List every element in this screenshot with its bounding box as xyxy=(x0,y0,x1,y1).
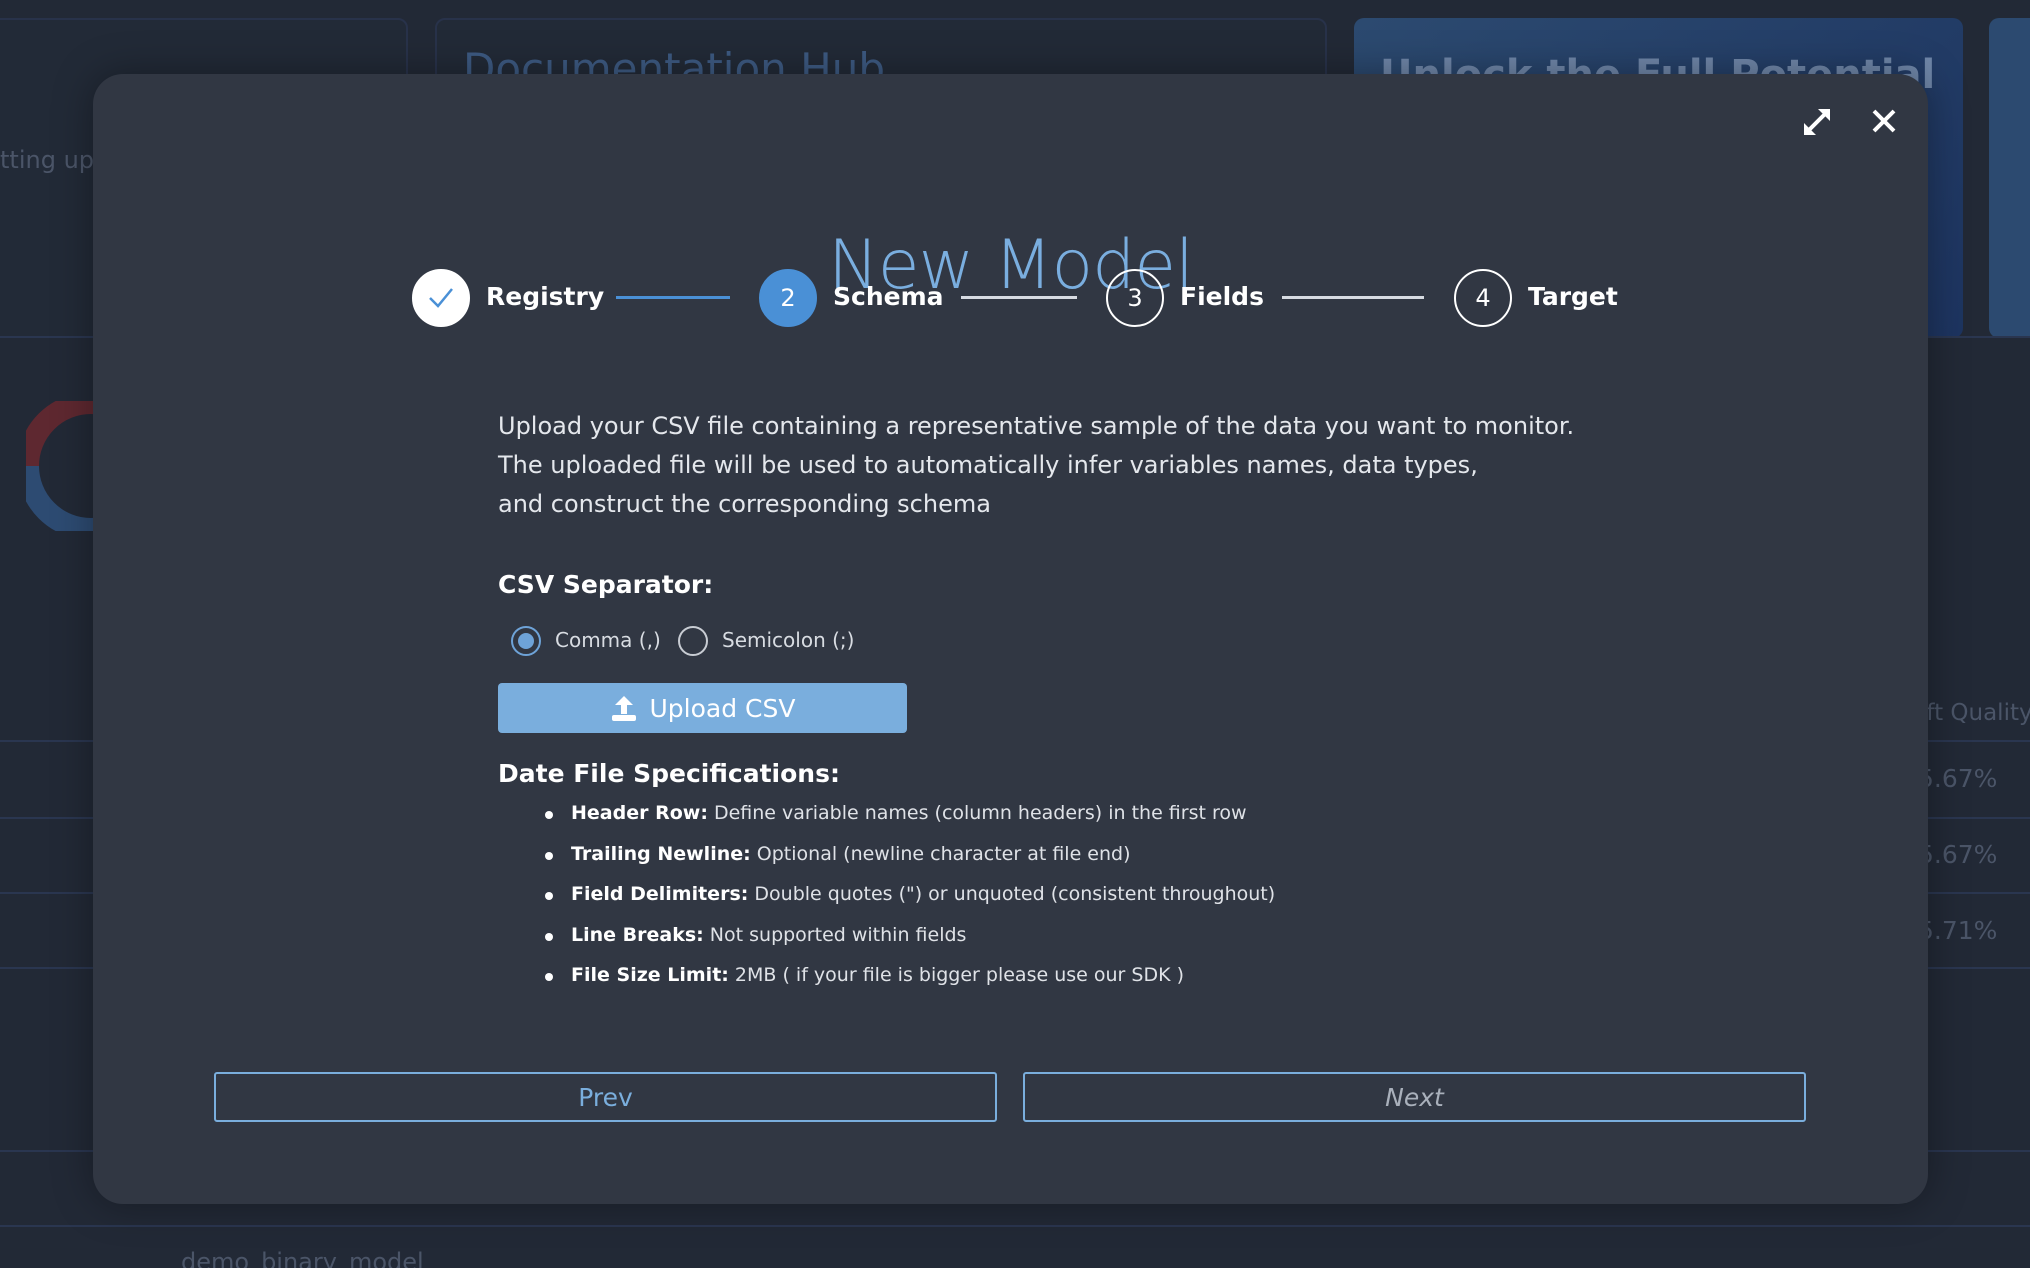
spec-term: Header Row: xyxy=(571,802,708,824)
table-header: ift Quality xyxy=(1920,700,2030,726)
spec-term: File Size Limit: xyxy=(571,964,729,986)
new-model-modal: New Model Registry 2 Schema 3 Fields 4 T… xyxy=(93,74,1928,1204)
step-schema-circle[interactable]: 2 xyxy=(759,269,817,327)
next-button[interactable]: Next xyxy=(1023,1072,1806,1122)
close-icon[interactable] xyxy=(1869,106,1899,136)
step-target-circle[interactable]: 4 xyxy=(1454,269,1512,327)
check-icon xyxy=(429,288,453,308)
list-item: File Size Limit: 2MB ( if your file is b… xyxy=(544,964,1275,1005)
list-item: Header Row: Define variable names (colum… xyxy=(544,802,1275,843)
spec-text: 2MB ( if your file is bigger please use … xyxy=(734,964,1184,986)
table-cell: 5.67% xyxy=(1918,840,1998,869)
specs-heading: Date File Specifications: xyxy=(498,759,840,788)
step-schema-label: Schema xyxy=(833,282,944,311)
description-line: Upload your CSV file containing a repres… xyxy=(498,412,1575,440)
description-line: and construct the corresponding schema xyxy=(498,490,991,518)
step-registry-circle[interactable] xyxy=(412,269,470,327)
step-connector xyxy=(961,296,1077,299)
list-item: Line Breaks: Not supported within fields xyxy=(544,923,1275,965)
comma-radio-label[interactable]: Comma (,) xyxy=(555,628,661,652)
spec-term: Line Breaks: xyxy=(571,923,704,946)
prev-button[interactable]: Prev xyxy=(214,1072,997,1122)
background-card xyxy=(1989,18,2030,338)
step-connector xyxy=(1282,296,1424,299)
step-registry-label: Registry xyxy=(486,282,605,311)
step-fields-circle[interactable]: 3 xyxy=(1106,269,1164,327)
step-fields-label: Fields xyxy=(1180,282,1264,311)
semicolon-radio[interactable] xyxy=(678,626,708,656)
upload-description: Upload your CSV file containing a repres… xyxy=(498,407,1598,524)
upload-csv-button[interactable]: Upload CSV xyxy=(498,683,907,733)
spec-text: Double quotes (") or unquoted (consisten… xyxy=(754,883,1276,905)
step-connector xyxy=(616,296,730,299)
list-item: Trailing Newline: Optional (newline char… xyxy=(544,842,1275,884)
csv-separator-heading: CSV Separator: xyxy=(498,570,714,599)
step-target-label: Target xyxy=(1528,282,1618,311)
model-name: demo_binary_model xyxy=(181,1248,424,1268)
background-snippet: tting up xyxy=(0,146,95,174)
table-cell: 5.67% xyxy=(1918,764,1998,793)
spec-term: Trailing Newline: xyxy=(571,842,751,865)
specs-list: Header Row: Define variable names (colum… xyxy=(544,802,1276,1005)
spec-text: Not supported within fields xyxy=(709,923,967,946)
spec-term: Field Delimiters: xyxy=(571,883,749,905)
description-line: The uploaded file will be used to automa… xyxy=(498,451,1478,479)
table-cell: 5.71% xyxy=(1918,916,1998,945)
list-item: Field Delimiters: Double quotes (") or u… xyxy=(544,883,1276,924)
semicolon-radio-label[interactable]: Semicolon (;) xyxy=(722,628,854,652)
spec-text: Define variable names (column headers) i… xyxy=(713,802,1247,824)
upload-icon xyxy=(611,696,636,721)
comma-radio[interactable] xyxy=(511,626,541,656)
expand-icon[interactable] xyxy=(1799,104,1835,140)
modal-title: New Model xyxy=(827,226,1194,305)
spec-text: Optional (newline character at file end) xyxy=(756,842,1131,865)
upload-csv-label: Upload CSV xyxy=(649,693,796,723)
